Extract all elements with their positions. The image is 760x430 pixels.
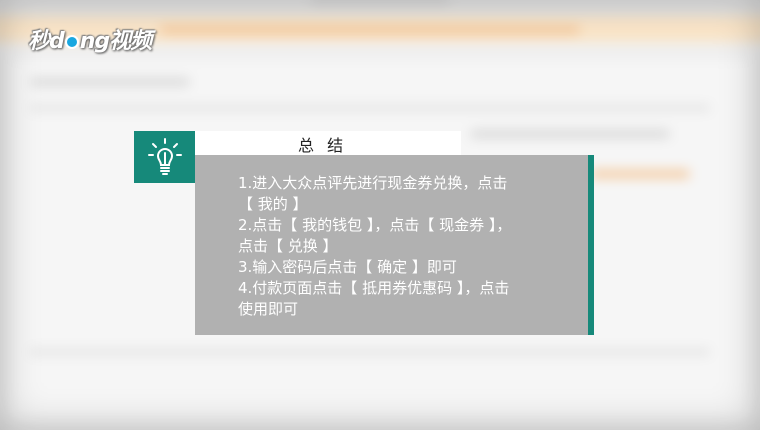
summary-line: 使用即可: [238, 300, 299, 318]
logo-dot-icon: [64, 35, 79, 49]
summary-content: 1.进入大众点评先进行现金券兑换，点击 【 我的 】 2.点击【 我的钱包 】，…: [238, 173, 568, 320]
logo: 秒d ng视频: [28, 23, 152, 55]
summary-line: 4.付款页面点击【 抵用券优惠码 】，点击: [238, 279, 510, 297]
summary-line: 点击【 兑换 】: [238, 237, 338, 255]
logo-text-pre: 秒d: [28, 29, 65, 54]
summary-line: 3.输入密码后点击【 确定 】即可: [238, 258, 457, 276]
summary-title: 总 结: [298, 136, 348, 155]
logo-text-post: ng视频: [79, 29, 152, 54]
lightbulb-icon: [134, 131, 195, 183]
summary-line: 1.进入大众点评先进行现金券兑换，点击: [238, 174, 508, 192]
summary-line: 2.点击【 我的钱包 】，点击【 现金券 】，: [238, 216, 512, 234]
summary-accent-bar: [588, 155, 594, 335]
summary-line: 【 我的 】: [238, 195, 308, 213]
